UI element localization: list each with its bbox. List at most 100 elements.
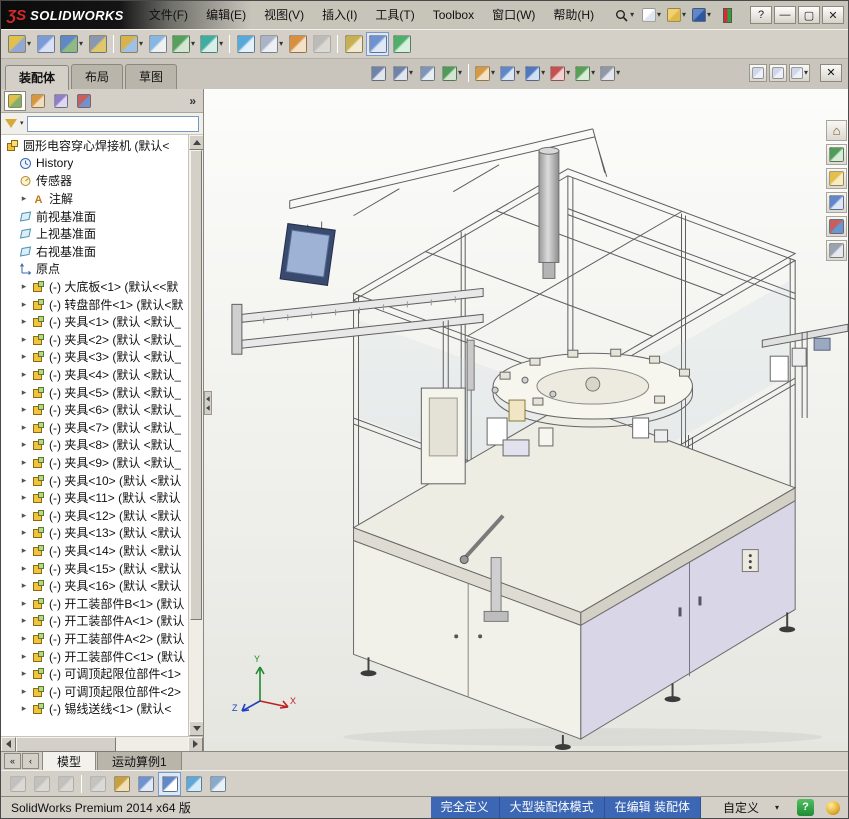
horizontal-scroll-thumb[interactable] [16,736,116,752]
menu-help[interactable]: 帮助(H) [544,1,603,29]
tree-item[interactable]: 原点 [3,260,187,278]
exploded-view-icon[interactable] [286,32,309,56]
propertymanager-tab-icon[interactable] [27,91,49,111]
tree-item[interactable]: ▸ (-) 夹具<1> (默认 <默认_ [3,313,187,331]
featuremanager-tab-icon[interactable] [4,90,26,111]
vertical-scroll-thumb[interactable] [190,150,202,620]
expand-arrow-icon[interactable]: ▸ [19,492,29,503]
previous-view-icon[interactable] [416,62,439,84]
filter-input[interactable] [26,115,199,132]
expand-arrow-icon[interactable]: ▸ [19,475,29,486]
expand-arrow-icon[interactable]: ▸ [19,316,29,327]
tree-item[interactable]: ▸ (-) 夹具<12> (默认 <默认 [3,506,187,524]
tab-scroll-prev-button[interactable]: ‹ [22,753,39,769]
tree-item[interactable]: ▸ (-) 夹具<7> (默认 <默认_ [3,419,187,437]
tree-item[interactable]: ▸ (-) 锡线送线<1> (默认< [3,700,187,718]
tab-layout[interactable]: 布局 [71,64,124,89]
tree-item[interactable]: ▸ (-) 夹具<5> (默认 <默认_ [3,383,187,401]
tab-scroll-first-button[interactable]: « [4,753,21,769]
show-hidden-components-icon[interactable] [146,32,169,56]
zoom-area-icon-dropdown[interactable]: ▾ [409,69,413,77]
view-settings-icon-dropdown[interactable]: ▾ [616,69,620,77]
expand-arrow-icon[interactable]: ▸ [19,633,29,644]
close-document-button[interactable]: ✕ [820,64,842,82]
large-assembly-mode-icon[interactable] [366,32,390,56]
menu-edit[interactable]: 编辑(E) [197,1,255,29]
section-view-icon[interactable]: ▾ [440,62,464,84]
custom-status-dropdown[interactable]: 自定义 ▾ [715,799,787,816]
zoom-area-icon[interactable]: ▾ [391,62,415,84]
display-style-icon[interactable]: ▾ [498,62,522,84]
custom-properties-tab-icon[interactable] [826,240,847,261]
tab-sketch[interactable]: 草图 [125,64,178,89]
view-palette-tab-icon[interactable] [826,192,847,213]
new-motion-study-icon[interactable] [234,32,257,56]
tree-item[interactable]: ▸ (-) 夹具<9> (默认 <默认_ [3,454,187,472]
home-tab-icon[interactable]: ⌂ [826,120,847,141]
reference-geometry-icon[interactable]: ▾ [198,32,225,56]
display-pane-icon[interactable] [158,771,181,796]
hide-show-items-icon-dropdown[interactable]: ▾ [541,69,545,77]
open-document-icon[interactable]: ▾ [665,3,688,27]
tree-item[interactable]: ▸ (-) 大底板<1> (默认<<默 [3,278,187,296]
tree-item[interactable]: ▸ (-) 转盘部件<1> (默认<默 [3,295,187,313]
quick-tips-help-button[interactable]: ? [797,799,814,816]
menu-toolbox[interactable]: Toolbox [424,1,483,29]
help-window-button[interactable]: ? [750,6,772,24]
tree-item[interactable]: ▸ (-) 开工装部件C<1> (默认 [3,647,187,665]
scroll-right-button[interactable] [188,736,203,752]
linear-component-pattern-icon[interactable]: ▾ [58,32,85,56]
scroll-left-button[interactable] [1,736,16,752]
graphics-area[interactable]: Y X Z ⌂ [204,89,848,751]
expand-arrow-icon[interactable]: ▸ [19,281,29,292]
file-explorer-tab-icon[interactable] [826,168,847,189]
expand-arrow-icon[interactable]: ▸ [19,404,29,415]
edit-appearance-icon-dropdown[interactable]: ▾ [566,69,570,77]
tree-item[interactable]: ▸ (-) 开工装部件A<2> (默认 [3,630,187,648]
tree-item[interactable]: 传感器 [3,172,187,190]
scroll-down-button[interactable] [189,721,203,736]
save-icon[interactable]: ▾ [690,3,713,27]
insert-components-icon[interactable]: ▾ [6,32,33,56]
expand-arrow-icon[interactable]: ▸ [19,422,29,433]
tree-item[interactable]: ▸ (-) 开工装部件B<1> (默认 [3,594,187,612]
tree-item[interactable]: ▸ (-) 夹具<10> (默认 <默认 [3,471,187,489]
assembly-3d-model[interactable] [204,89,848,751]
tree-item[interactable]: ▸ (-) 夹具<13> (默认 <默认 [3,524,187,542]
tree-item[interactable]: ▸ (-) 夹具<16> (默认 <默认 [3,577,187,595]
tree-item[interactable]: ▸ (-) 夹具<6> (默认 <默认_ [3,401,187,419]
view-orientation-icon[interactable]: ▾ [473,62,497,84]
menu-view[interactable]: 视图(V) [255,1,313,29]
panel-overflow-chevron[interactable]: » [185,94,200,108]
bill-of-materials-icon[interactable]: ▾ [258,32,285,56]
tree-item[interactable]: History [3,155,187,173]
expand-arrow-icon[interactable]: ▸ [19,598,29,609]
expand-arrow-icon[interactable]: ▸ [19,387,29,398]
tree-item[interactable]: ▸ (-) 夹具<11> (默认 <默认 [3,489,187,507]
tree-item[interactable]: ▸ A 注解 [3,190,187,208]
resource-monitor-icon[interactable] [826,800,840,815]
expand-arrow-icon[interactable]: ▸ [19,686,29,697]
rebuild-icon[interactable] [390,32,413,56]
open-document-icon-dropdown[interactable]: ▾ [682,11,686,19]
edit-appearance-icon[interactable]: ▾ [548,62,572,84]
expand-arrow-icon[interactable]: ▸ [19,563,29,574]
expand-arrow-icon[interactable]: ▸ [19,351,29,362]
displaymanager-tab-icon[interactable] [73,91,95,111]
view-settings-icon[interactable]: ▾ [598,62,622,84]
search-dropdown-icon[interactable]: ▾ [630,11,634,19]
tree-item[interactable]: ▸ (-) 夹具<4> (默认 <默认_ [3,366,187,384]
tree-item[interactable]: ▸ (-) 可调顶起限位部件<1> [3,665,187,683]
expand-arrow-icon[interactable]: ▸ [19,703,29,714]
expand-arrow-icon[interactable]: ▸ [19,334,29,345]
expand-arrow-icon[interactable]: ▸ [19,527,29,538]
scroll-up-button[interactable] [189,135,203,150]
menu-file[interactable]: 文件(F) [140,1,197,29]
tree-item[interactable]: ▸ (-) 可调顶起限位部件<2> [3,682,187,700]
tree-item[interactable]: ▸ (-) 夹具<2> (默认 <默认_ [3,331,187,349]
linear-component-pattern-icon-dropdown[interactable]: ▾ [79,40,83,48]
close-button[interactable]: ✕ [822,6,844,24]
assembly-features-icon[interactable]: ▾ [170,32,197,56]
tree-item[interactable]: ▸ (-) 夹具<15> (默认 <默认 [3,559,187,577]
configurationmanager-tab-icon[interactable] [50,91,72,111]
